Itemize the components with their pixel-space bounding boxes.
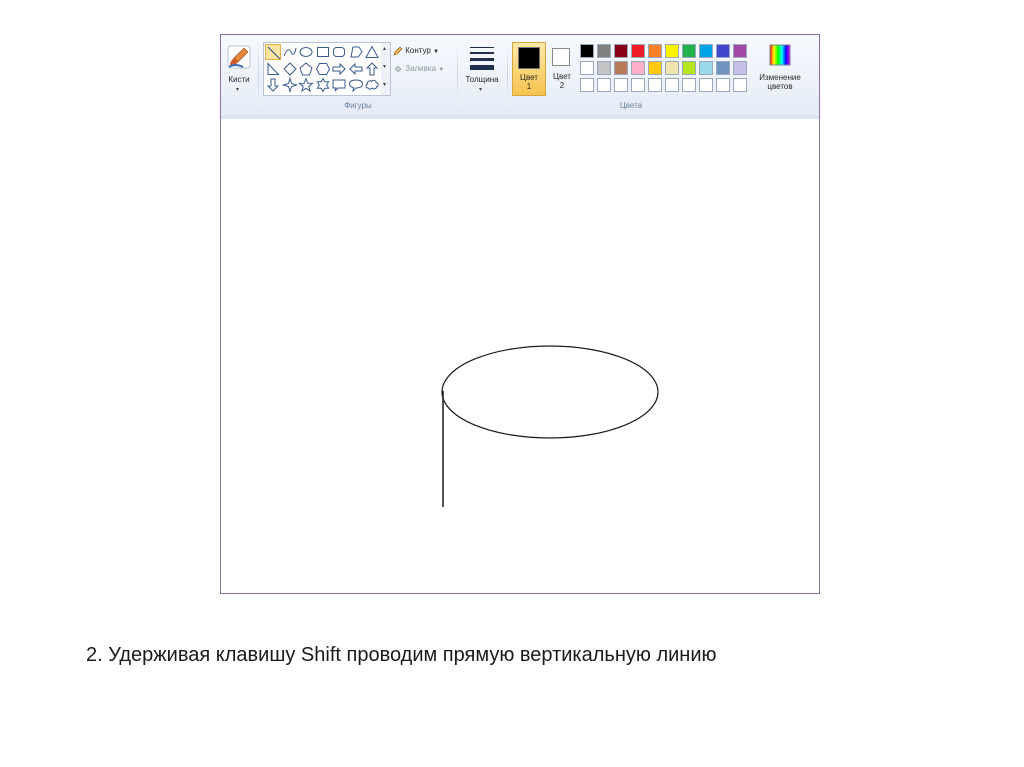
line-icon[interactable] (265, 44, 281, 60)
color2-button[interactable]: Цвет 2 (549, 42, 575, 96)
palette-swatch[interactable] (716, 78, 730, 92)
palette-swatch[interactable] (580, 61, 594, 75)
chevron-down-icon: ▼ (438, 67, 445, 74)
color1-swatch (518, 47, 540, 69)
shapes-gallery (263, 42, 383, 96)
outline-label: Контур (405, 46, 431, 56)
edit-colors-line2: цветов (767, 82, 793, 91)
colors-group-label: Цвета (619, 101, 643, 110)
oval-icon[interactable] (298, 44, 314, 60)
color2-swatch (552, 48, 570, 66)
palette-swatch[interactable] (648, 61, 662, 75)
arrow-left-icon[interactable] (348, 61, 364, 77)
curve-icon[interactable] (282, 44, 298, 60)
shapes-scrollbar[interactable]: ▴ ▾ ▾ (381, 42, 391, 96)
palette-swatch[interactable] (614, 61, 628, 75)
edit-colors-line1: Изменение (759, 73, 801, 82)
brushes-button[interactable]: Кисти ▾ (225, 43, 253, 105)
palette-swatch[interactable] (597, 78, 611, 92)
palette-swatch[interactable] (665, 44, 679, 58)
thickness-label: Толщина (465, 75, 499, 84)
callout-rect-icon[interactable] (331, 77, 347, 93)
chevron-down-icon: ▼ (433, 49, 440, 56)
palette-swatch[interactable] (682, 44, 696, 58)
color-spectrum-icon (769, 44, 791, 66)
right-triangle-icon[interactable] (265, 61, 281, 77)
palette-swatch[interactable] (597, 44, 611, 58)
shapes-group-label: Фигуры (344, 101, 372, 110)
palette-swatch[interactable] (631, 78, 645, 92)
palette-swatch[interactable] (682, 78, 696, 92)
star5-icon[interactable] (298, 77, 314, 93)
fill-button[interactable]: Заливка ▼ (393, 64, 444, 74)
triangle-icon[interactable] (364, 44, 380, 60)
fill-label: Заливка (405, 64, 437, 74)
palette-swatch[interactable] (699, 44, 713, 58)
color1-label-line2: 1 (526, 82, 532, 91)
palette-swatch[interactable] (716, 44, 730, 58)
palette-swatch[interactable] (665, 61, 679, 75)
palette-swatch[interactable] (682, 61, 696, 75)
expand-icon: ▾ (383, 82, 387, 88)
brush-icon (227, 45, 251, 69)
palette-swatch[interactable] (648, 78, 662, 92)
group-separator (457, 41, 458, 107)
edit-colors-button[interactable]: Изменение цветов (755, 43, 805, 105)
palette-swatch[interactable] (614, 44, 628, 58)
canvas-drawing (441, 345, 659, 507)
drawing-canvas[interactable] (221, 119, 819, 593)
callout-cloud-icon[interactable] (364, 77, 380, 93)
pencil-icon (393, 46, 403, 56)
thickness-button[interactable]: Толщина ▾ (462, 43, 502, 105)
palette-swatch[interactable] (733, 44, 747, 58)
diamond-icon[interactable] (282, 61, 298, 77)
chevron-down-icon: ▾ (383, 64, 387, 70)
arrow-right-icon[interactable] (331, 61, 347, 77)
chevron-down-icon: ▾ (479, 87, 483, 93)
star4-icon[interactable] (281, 76, 298, 94)
palette-swatch[interactable] (716, 61, 730, 75)
callout-oval-icon[interactable] (348, 77, 364, 93)
rectangle-icon[interactable] (315, 44, 331, 60)
group-separator (258, 41, 259, 107)
slide-caption: 2. Удерживая клавишу Shift проводим прям… (86, 644, 717, 666)
rounded-rectangle-icon[interactable] (331, 44, 347, 60)
palette-swatch[interactable] (631, 44, 645, 58)
arrow-up-icon[interactable] (364, 61, 380, 77)
palette-swatch[interactable] (580, 78, 594, 92)
color2-label-line2: 2 (559, 81, 565, 90)
paint-window: Кисти ▾ ▴ ▾ ▾ Контур ▼ Заливка ▼ Фигуры (220, 34, 820, 594)
palette-swatch[interactable] (648, 44, 662, 58)
ribbon: Кисти ▾ ▴ ▾ ▾ Контур ▼ Заливка ▼ Фигуры (221, 35, 819, 116)
brushes-label: Кисти (228, 75, 250, 84)
color1-button[interactable]: Цвет 1 (512, 42, 546, 96)
fill-bucket-icon (394, 65, 402, 73)
palette-swatch[interactable] (631, 61, 645, 75)
color2-label-line1: Цвет (553, 72, 571, 81)
palette-swatch[interactable] (699, 61, 713, 75)
palette-swatch[interactable] (665, 78, 679, 92)
group-separator (507, 41, 508, 107)
palette-swatch[interactable] (733, 78, 747, 92)
hexagon-icon[interactable] (315, 61, 331, 77)
palette-swatch[interactable] (733, 61, 747, 75)
palette-swatch[interactable] (614, 78, 628, 92)
palette-swatch[interactable] (597, 61, 611, 75)
chevron-down-icon: ▾ (236, 87, 240, 93)
pentagon-icon[interactable] (298, 61, 314, 77)
chevron-up-icon: ▴ (383, 46, 387, 52)
drawn-ellipse (441, 345, 659, 439)
arrow-down-icon[interactable] (265, 77, 281, 93)
outline-button[interactable]: Контур ▼ (393, 46, 439, 56)
polygon-icon[interactable] (348, 44, 364, 60)
palette-swatch[interactable] (580, 44, 594, 58)
color1-label-line1: Цвет (520, 73, 538, 82)
star6-icon[interactable] (315, 77, 331, 93)
palette-swatch[interactable] (699, 78, 713, 92)
